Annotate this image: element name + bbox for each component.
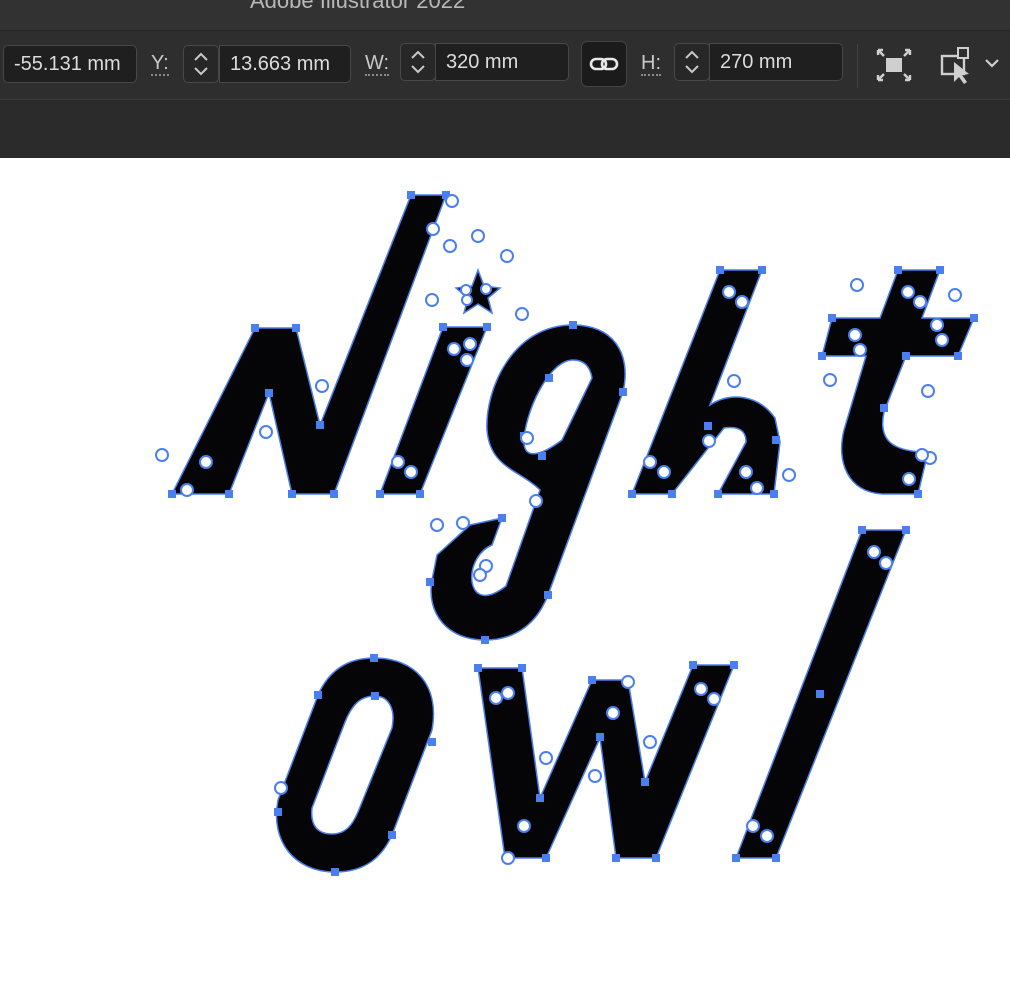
letter-i-stem <box>378 326 489 495</box>
secondary-bar <box>0 100 1010 158</box>
artboard[interactable] <box>0 158 1010 998</box>
toolbar-divider <box>857 44 858 88</box>
y-stepper[interactable] <box>183 45 219 83</box>
stepper-arrows-icon <box>411 50 425 74</box>
y-label: Y: <box>151 52 169 76</box>
window-title: Adobe Illustrator 2022 <box>250 0 466 13</box>
stepper-arrows-icon <box>685 50 699 74</box>
letter-t <box>821 269 976 495</box>
chevron-down-icon <box>985 59 999 68</box>
letter-o <box>275 657 435 873</box>
constrain-proportions-button[interactable] <box>581 41 627 87</box>
h-label: H: <box>641 52 661 76</box>
y-input[interactable]: 13.663 mm <box>219 45 351 83</box>
link-icon <box>589 57 619 71</box>
title-bar: Adobe Illustrator 2022 <box>0 0 1010 31</box>
night-owl-artwork[interactable] <box>0 158 1010 998</box>
w-stepper[interactable] <box>400 43 436 81</box>
align-button[interactable] <box>874 46 914 84</box>
align-to-selection-icon <box>876 48 912 82</box>
stepper-arrows-icon <box>194 52 208 76</box>
transform-options-icon <box>940 47 999 84</box>
letter-w <box>477 664 736 859</box>
w-label: W: <box>365 52 390 76</box>
x-input[interactable]: -55.131 mm <box>3 45 137 83</box>
w-input[interactable]: 320 mm <box>435 43 569 81</box>
h-input[interactable]: 270 mm <box>709 43 843 81</box>
transform-options-button[interactable] <box>938 44 1008 86</box>
h-stepper[interactable] <box>674 43 710 81</box>
